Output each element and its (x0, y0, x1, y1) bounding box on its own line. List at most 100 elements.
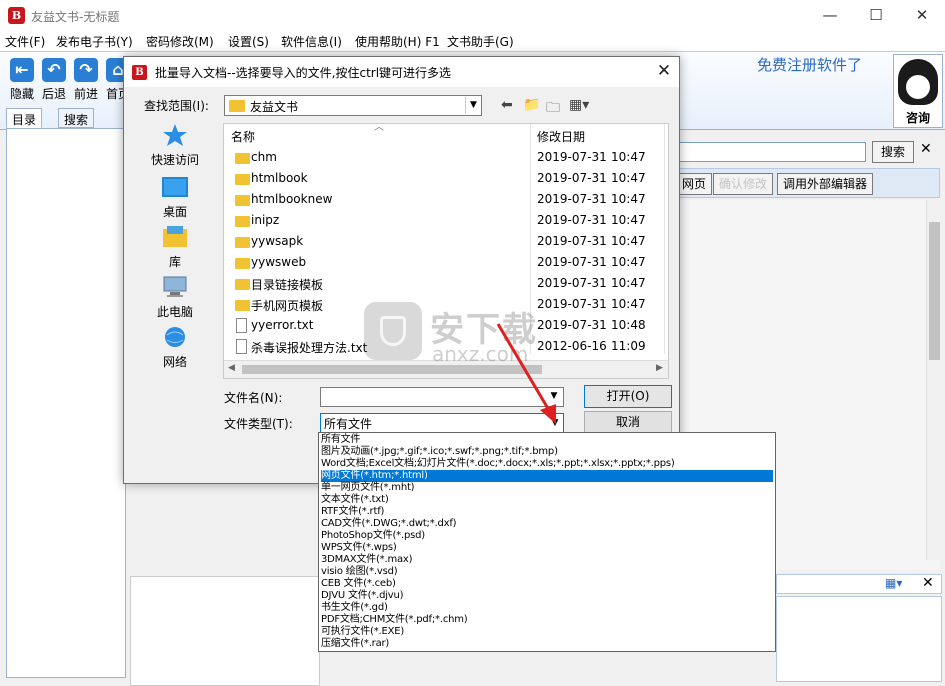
back-label: 后退 (41, 87, 66, 101)
filetype-option[interactable]: 所有文件 (321, 434, 773, 446)
place-quick-access[interactable]: 快速访问 (142, 123, 208, 168)
lookin-combobox[interactable]: 友益文书 ▼ (224, 95, 482, 116)
place-network[interactable]: 网络 (142, 325, 208, 370)
file-row[interactable]: htmlbooknew 2019-07-31 10:47 (224, 190, 664, 211)
filetype-dropdown-list[interactable]: 所有文件 图片及动画(*.jpg;*.gif;*.ico;*.swf;*.png;… (318, 432, 776, 652)
file-name: yywsweb (251, 255, 307, 269)
import-dialog: B 批量导入文档--选择要导入的文件,按住ctrl键可进行多选 ✕ 查找范围(I… (123, 56, 680, 484)
confirm-edit-button[interactable]: 确认修改 (713, 173, 774, 195)
column-separator[interactable] (664, 124, 665, 354)
hide-button[interactable]: ⇤ 隐藏 (6, 58, 38, 102)
file-row[interactable]: inipz 2019-07-31 10:47 (224, 211, 664, 232)
filetype-option[interactable]: 可执行文件(*.EXE) (321, 626, 773, 638)
desktop-icon (162, 177, 188, 197)
filetype-option[interactable]: DJVU 文件(*.djvu) (321, 590, 773, 602)
computer-icon (163, 276, 187, 297)
file-name: htmlbook (251, 171, 308, 185)
file-date: 2019-07-31 (537, 255, 607, 269)
editor-toolbar: 网页 确认修改 调用外部编辑器 (677, 168, 940, 198)
folder-icon (235, 174, 250, 185)
menu-password[interactable]: 密码修改(M) (146, 33, 214, 50)
file-time: 10:47 (611, 276, 646, 290)
file-row[interactable]: 目录链接模板 2019-07-31 10:47 (224, 274, 664, 295)
scroll-left-icon[interactable]: ◀ (228, 363, 235, 373)
folder-icon (235, 300, 250, 311)
file-name: 目录链接模板 (251, 278, 324, 292)
qq-consult-button[interactable]: 咨询 (893, 54, 943, 128)
filetype-option[interactable]: RTF文件(*.rtf) (321, 506, 773, 518)
star-icon (163, 124, 187, 146)
webpage-button[interactable]: 网页 (677, 173, 713, 195)
filetype-value: 所有文件 (324, 417, 373, 431)
place-this-pc[interactable]: 此电脑 (142, 275, 208, 320)
lower-panel-close-icon[interactable]: ✕ (922, 575, 934, 591)
maximize-button[interactable]: ☐ (853, 0, 899, 31)
forward-button[interactable]: ↷ 前进 (70, 58, 102, 102)
file-row[interactable]: htmlbook 2019-07-31 10:47 (224, 169, 664, 190)
filetype-option[interactable]: WPS文件(*.wps) (321, 542, 773, 554)
lookin-value: 友益文书 (250, 100, 299, 114)
filetype-option[interactable]: 图片及动画(*.jpg;*.gif;*.ico;*.swf;*.png;*.ti… (321, 446, 773, 458)
chevron-down-icon[interactable]: ▼ (465, 97, 481, 114)
menu-file[interactable]: 文件(F) (5, 33, 45, 50)
lookin-label: 查找范围(I): (144, 99, 209, 113)
filetype-option[interactable]: 书生文件(*.gd) (321, 602, 773, 614)
folder-icon (229, 100, 245, 112)
dialog-close-icon[interactable]: ✕ (652, 61, 676, 81)
library-icon (163, 226, 187, 247)
file-row[interactable]: yywsweb 2019-07-31 10:47 (224, 253, 664, 274)
place-desktop[interactable]: 桌面 (142, 175, 208, 220)
file-name: yywsapk (251, 234, 304, 248)
dialog-title: 批量导入文档--选择要导入的文件,按住ctrl键可进行多选 (155, 66, 452, 80)
file-row[interactable]: yywsapk 2019-07-31 10:47 (224, 232, 664, 253)
cancel-button[interactable]: 取消 (584, 411, 672, 434)
menu-publish[interactable]: 发布电子书(Y) (56, 33, 133, 50)
search-close-icon[interactable]: ✕ (920, 141, 932, 157)
editor-scroll-thumb[interactable] (929, 222, 940, 360)
place-library[interactable]: 库 (142, 225, 208, 270)
up-folder-icon[interactable]: 📁 (523, 97, 540, 113)
close-button[interactable]: ✕ (899, 0, 945, 31)
filetype-option[interactable]: 文本文件(*.txt) (321, 494, 773, 506)
scroll-right-icon[interactable]: ▶ (656, 363, 663, 373)
menu-help[interactable]: 使用帮助(H) F1 (355, 33, 440, 50)
back-arrow-icon[interactable]: ⬅ (501, 97, 513, 113)
menu-assistant[interactable]: 文书助手(G) (447, 33, 514, 50)
menu-settings[interactable]: 设置(S) (228, 33, 269, 50)
file-row[interactable]: chm 2019-07-31 10:47 (224, 148, 664, 169)
content-search-button[interactable]: 搜索 (872, 141, 914, 163)
minimize-button[interactable]: — (807, 0, 853, 31)
filetype-option[interactable]: 压缩文件(*.rar) (321, 638, 773, 650)
view-grid-icon[interactable]: ▦▾ (885, 576, 902, 590)
open-button[interactable]: 打开(O) (584, 385, 672, 408)
filetype-option[interactable]: PDF文档;CHM文件(*.pdf;*.chm) (321, 614, 773, 626)
filetype-option[interactable]: 3DMAX文件(*.max) (321, 554, 773, 566)
lower-panel-header: ▦▾ (776, 574, 942, 594)
filetype-option[interactable]: CAD文件(*.DWG;*.dwt;*.dxf) (321, 518, 773, 530)
new-folder-icon[interactable]: 🗀 (546, 97, 560, 121)
menu-software-info[interactable]: 软件信息(I) (281, 33, 342, 50)
filetype-option[interactable]: visio 绘图(*.vsd) (321, 566, 773, 578)
tab-search[interactable]: 搜索 (58, 108, 95, 128)
app-title: 友益文书-无标题 (31, 10, 120, 24)
contents-tree[interactable] (6, 128, 126, 678)
filetype-option[interactable]: 单一网页文件(*.mht) (321, 482, 773, 494)
red-arrow-icon (496, 323, 556, 424)
column-header-date[interactable]: 修改日期 (537, 128, 585, 145)
filetype-option[interactable]: Word文档;Excel文档;幻灯片文件(*.doc;*.docx;*.xls;… (321, 458, 773, 470)
back-button[interactable]: ↶ 后退 (38, 58, 70, 102)
view-menu-icon[interactable]: ▦▾ (569, 97, 589, 113)
free-register-link[interactable]: 免费注册软件了 (757, 54, 862, 75)
external-editor-button[interactable]: 调用外部编辑器 (777, 173, 874, 195)
content-search-input[interactable] (678, 142, 866, 162)
network-icon (165, 327, 185, 347)
place-label: 库 (168, 255, 181, 269)
column-header-name[interactable]: 名称 (231, 128, 255, 145)
file-time: 10:47 (611, 234, 646, 248)
filetype-option[interactable]: PhotoShop文件(*.psd) (321, 530, 773, 542)
bottom-panel (130, 576, 320, 686)
tab-contents[interactable]: 目录 (6, 108, 43, 128)
filetype-option[interactable]: 网页文件(*.htm;*.html) (321, 470, 773, 482)
filetype-option[interactable]: CEB 文件(*.ceb) (321, 578, 773, 590)
filename-label: 文件名(N): (224, 391, 283, 405)
